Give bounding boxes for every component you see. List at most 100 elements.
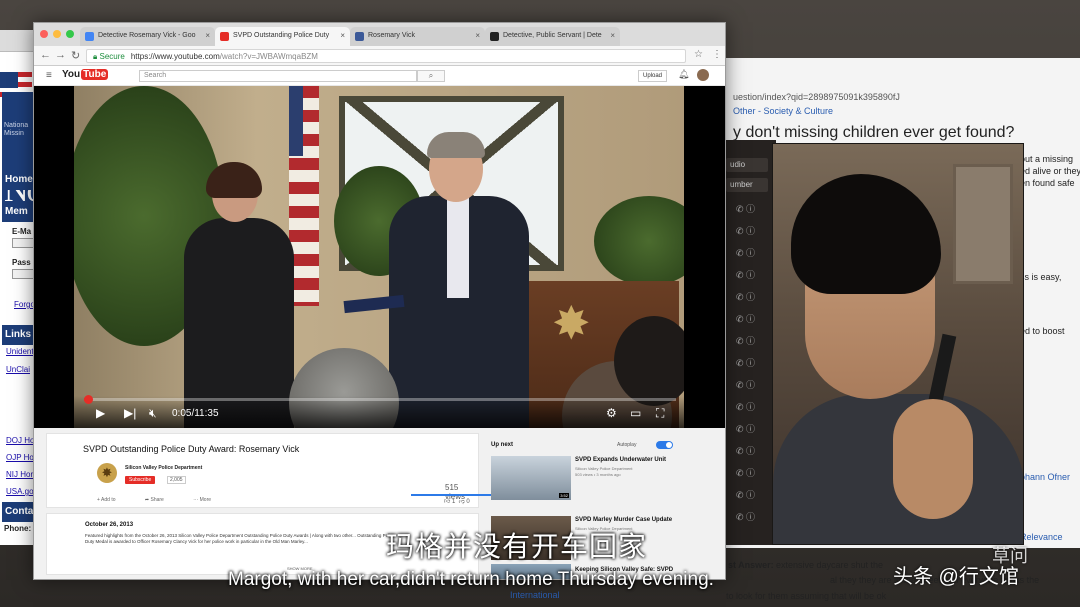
nav-home[interactable]: Home (2, 170, 36, 190)
tab-facebook[interactable]: Rosemary Vick × (350, 27, 485, 46)
url-host: https://www.youtube.com (130, 52, 220, 61)
tab-youtube[interactable]: SVPD Outstanding Police Duty × (215, 27, 350, 46)
facebook-icon (355, 32, 364, 41)
category-breadcrumb[interactable]: Other - Society & Culture (733, 106, 833, 116)
answer-snippet: ss is easy, (1020, 272, 1062, 282)
related-channel: Silicon Valley Police Department (575, 466, 633, 471)
close-tab-icon[interactable]: × (475, 31, 480, 40)
phone-icon[interactable]: ✆ ⓘ (736, 268, 755, 281)
channel-name[interactable]: Silicon Valley Police Department (125, 465, 202, 471)
close-tab-icon[interactable]: × (340, 31, 345, 40)
caller-hand (893, 399, 973, 519)
answer-line: to look for them assuming that will be o… (726, 591, 887, 601)
youtube-logo[interactable]: You Tube (62, 69, 109, 80)
tab-label: Rosemary Vick (368, 32, 415, 39)
minimize-window-icon[interactable] (53, 30, 61, 38)
thumbs-up-icon[interactable]: 👍︎ (444, 499, 450, 505)
more-button[interactable]: ··· More (193, 497, 225, 503)
panel-heading[interactable]: umber (726, 178, 768, 192)
volume-icon[interactable]: 🔇︎ (149, 406, 157, 420)
tab-article[interactable]: Detective, Public Servant | Dete × (485, 27, 620, 46)
related-title[interactable]: SVPD Marley Murder Case Update (575, 517, 672, 523)
thumbs-down-icon[interactable]: 👎︎ (459, 499, 465, 505)
link-item[interactable]: OJP Ho (6, 453, 34, 462)
browser-window: Detective Rosemary Vick - Goo × SVPD Out… (33, 22, 726, 580)
email-field[interactable] (12, 238, 34, 248)
panel-heading: udio (726, 158, 768, 172)
autoplay-toggle[interactable] (656, 441, 673, 449)
screen: Nationa Missin No Home Mem E-Ma Pass Forg… (0, 0, 1080, 607)
answer-author[interactable]: ohann Ofner (1020, 472, 1070, 482)
hamburger-menu-icon[interactable]: ≡ (46, 70, 52, 81)
related-thumbnail[interactable]: 3:52 (491, 456, 571, 500)
close-tab-icon[interactable]: × (610, 31, 615, 40)
phone-icon[interactable]: ✆ ⓘ (736, 378, 755, 391)
related-title[interactable]: SVPD Expands Underwater Unit (575, 457, 666, 463)
phone-icon[interactable]: ✆ ⓘ (736, 290, 755, 303)
upload-button[interactable]: Upload (638, 70, 668, 82)
fullscreen-icon[interactable]: ⛶ (656, 406, 664, 420)
video-actions: + Add to ➦ Share ··· More (97, 497, 239, 503)
police-badge-icon[interactable]: ✸ (97, 463, 117, 483)
secure-label: Secure (99, 52, 125, 61)
progress-bar[interactable] (84, 395, 676, 404)
link-item[interactable]: UnClai (6, 365, 30, 374)
subscribe-button[interactable]: Subscribe (125, 476, 156, 484)
forward-arrow-icon[interactable]: → (55, 49, 66, 61)
menu-dots-icon[interactable]: ⋮ (712, 49, 722, 60)
phone-icon[interactable]: ✆ ⓘ (736, 246, 755, 259)
phone-icon[interactable]: ✆ ⓘ (736, 334, 755, 347)
share-button[interactable]: ➦ Share (145, 497, 178, 503)
play-icon[interactable]: ▶ (96, 406, 105, 420)
back-arrow-icon[interactable]: ← (40, 49, 51, 61)
next-icon[interactable]: ▶| (124, 406, 136, 420)
address-bar[interactable]: 🔒︎ Secure https://www.youtube.com/watch?v… (86, 49, 686, 63)
email-label: E-Ma (12, 227, 32, 236)
phone-icon[interactable]: ✆ ⓘ (736, 224, 755, 237)
nav-contact[interactable]: Conta (2, 502, 36, 522)
up-next-label: Up next (491, 442, 514, 448)
close-window-icon[interactable] (40, 30, 48, 38)
tab-bar: Detective Rosemary Vick - Goo × SVPD Out… (34, 23, 725, 46)
link-item[interactable]: NIJ Hor (6, 470, 33, 479)
nav-members[interactable]: Mem (2, 202, 36, 222)
close-tab-icon[interactable]: × (205, 31, 210, 40)
tab-google-search[interactable]: Detective Rosemary Vick - Goo × (80, 27, 215, 46)
logo-subtext: Nationa Missin (4, 122, 29, 137)
search-icon[interactable]: ⌕ (417, 70, 445, 82)
phone-icon[interactable]: ✆ ⓘ (736, 422, 755, 435)
settings-gear-icon[interactable]: ⚙ (606, 406, 617, 420)
browser-toolbar: ← → ↻ 🔒︎ Secure https://www.youtube.com/w… (34, 46, 725, 66)
category-international[interactable]: International (510, 590, 560, 600)
add-to-button[interactable]: + Add to (97, 497, 130, 503)
phone-icon[interactable]: ✆ ⓘ (736, 444, 755, 457)
video-player[interactable]: ✸ ▶ ▶| 🔇︎ 0:05/11:35 ⚙ ▭ ⛶ (34, 86, 725, 428)
scene-presenter (389, 132, 529, 428)
phone-icon[interactable]: ✆ ⓘ (736, 312, 755, 325)
link-item[interactable]: DOJ Ho (6, 436, 34, 445)
phone-icon[interactable]: ✆ ⓘ (736, 488, 755, 501)
video-frame: ✸ (74, 86, 684, 428)
phone-icon[interactable]: ✆ ⓘ (736, 466, 755, 479)
phone-icon[interactable]: ✆ ⓘ (736, 400, 755, 413)
bell-icon[interactable]: 🔔︎ (678, 69, 689, 80)
avatar[interactable] (697, 69, 709, 81)
sort-relevance[interactable]: Relevance (1020, 532, 1063, 542)
phone-icon[interactable]: ✆ ⓘ (736, 202, 755, 215)
forgot-link[interactable]: Forgo (14, 300, 35, 309)
search-input[interactable]: Search (139, 70, 417, 82)
reload-icon[interactable]: ↻ (71, 49, 80, 62)
subtitle-english: Margot, with her car,didn't return home … (228, 569, 714, 590)
maximize-window-icon[interactable] (66, 30, 74, 38)
link-item[interactable]: USA.go (6, 487, 34, 496)
phone-icon[interactable]: ✆ ⓘ (736, 356, 755, 369)
badge-star-icon: ✸ (552, 297, 591, 349)
link-item[interactable]: Unident (6, 347, 34, 356)
bookmark-star-icon[interactable]: ☆ (694, 49, 703, 60)
nav-links[interactable]: Links (2, 325, 36, 345)
phone-icon[interactable]: ✆ ⓘ (736, 510, 755, 523)
background-url: uestion/index?qid=2898975091k395890fJ (733, 92, 900, 102)
password-field[interactable] (12, 269, 34, 279)
theater-mode-icon[interactable]: ▭ (630, 406, 641, 420)
progress-scrubber[interactable] (84, 395, 94, 404)
